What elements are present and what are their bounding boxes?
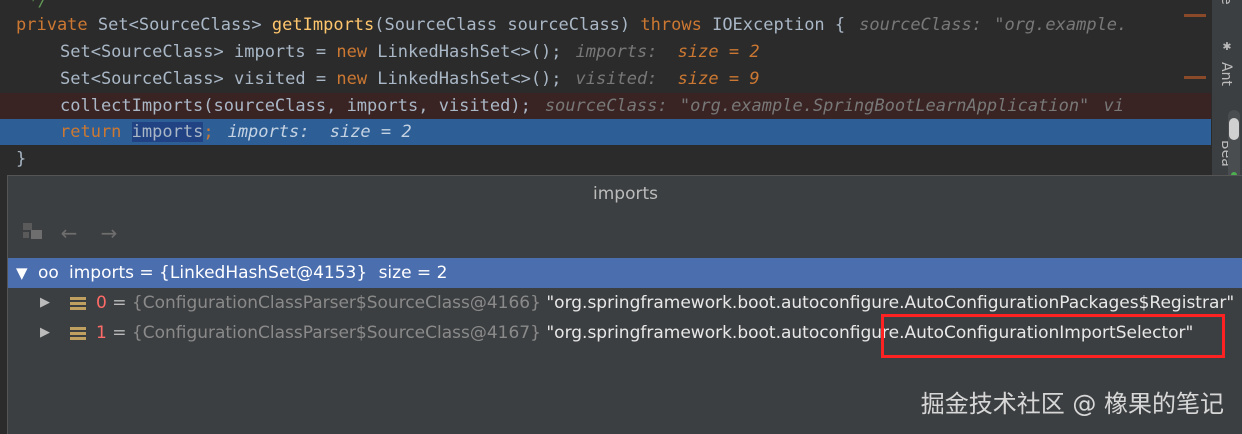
method-name[interactable]: getImports: [272, 15, 374, 35]
closing-brace: }: [16, 149, 27, 169]
hierarchy-icon[interactable]: [20, 221, 46, 245]
inline-hint-value: "org.example.: [994, 15, 1128, 35]
forward-arrow-icon[interactable]: →: [96, 221, 122, 245]
inline-hint-name: visited:: [575, 69, 658, 89]
statement: collectImports(sourceClass, imports, vis…: [60, 96, 531, 116]
initializer: LinkedHashSet<>();: [367, 69, 562, 89]
collapse-triangle-icon[interactable]: ▼: [16, 258, 28, 288]
declaration: Set<SourceClass> imports =: [60, 42, 337, 62]
item-object-ref: {ConfigurationClassParser$SourceClass@41…: [131, 323, 541, 343]
initializer: LinkedHashSet<>();: [367, 42, 562, 62]
keyword-new: new: [336, 69, 368, 89]
watch-glasses-icon: oo: [38, 263, 59, 283]
item-equals: =: [112, 323, 127, 343]
inline-hint-overflow: vi: [1103, 96, 1125, 116]
item-index: 0: [96, 293, 107, 313]
right-tool-strip: e ✱ Ant Bea: [1211, 0, 1242, 200]
code-line-visited-decl: Set<SourceClass> visited = new LinkedHas…: [0, 66, 1212, 93]
return-type: Set<SourceClass>: [97, 15, 262, 35]
field-icon: [70, 327, 86, 340]
inline-hint-value: size = 2: [677, 42, 760, 62]
item-index: 1: [96, 323, 107, 343]
back-arrow-icon[interactable]: ←: [56, 221, 82, 245]
inline-hint-value: size = 9: [677, 69, 760, 89]
variable-imports[interactable]: imports: [131, 122, 204, 142]
root-size: size = 2: [378, 263, 448, 283]
code-line-collect-imports: collectImports(sourceClass, imports, vis…: [0, 93, 1212, 120]
keyword-throws: throws: [640, 15, 702, 35]
tool-window-tab-top[interactable]: e: [1218, 0, 1234, 5]
code-line-method-signature: private Set<SourceClass> getImports(Sour…: [0, 12, 1212, 39]
keyword-return: return: [60, 122, 122, 142]
item-string-value: "org.springframework.boot.autoconfigure.…: [546, 293, 1235, 313]
error-stripe-mark[interactable]: [1184, 76, 1206, 79]
tree-row-root[interactable]: ▼ oo imports = {LinkedHashSet@4153} size…: [8, 258, 1242, 288]
ant-icon[interactable]: ✱: [1218, 38, 1236, 56]
popup-toolbar: ← →: [8, 216, 1242, 250]
error-stripe-mark[interactable]: [1184, 14, 1206, 17]
declaration: Set<SourceClass> visited =: [60, 69, 337, 89]
item-equals: =: [112, 293, 127, 313]
code-line-return-execution-point: return imports; imports: size = 2: [0, 119, 1212, 145]
highlight-annotation-box: [881, 314, 1225, 358]
inline-hint-value: size = 2: [329, 122, 412, 142]
inline-hint-value: "org.example.SpringBootLearnApplication": [679, 96, 1090, 116]
inline-hint-name: sourceClass:: [544, 96, 668, 116]
tool-window-tab-ant[interactable]: Ant: [1218, 62, 1234, 86]
keyword-private: private: [16, 15, 88, 35]
root-name: imports: [69, 263, 134, 283]
expand-triangle-icon[interactable]: ▶: [40, 318, 50, 348]
code-line-closing-brace: }: [0, 146, 1212, 173]
keyword-new: new: [336, 42, 368, 62]
comment-text: */: [28, 0, 49, 11]
field-icon: [70, 297, 86, 310]
root-value: = {LinkedHashSet@4153}: [139, 263, 368, 283]
item-object-ref: {ConfigurationClassParser$SourceClass@41…: [131, 293, 541, 313]
code-editor[interactable]: */ private Set<SourceClass> getImports(S…: [0, 0, 1212, 175]
popup-title: imports: [593, 184, 658, 204]
root-label: imports = {LinkedHashSet@4153} size = 2: [69, 258, 447, 288]
method-params: (SourceClass sourceClass): [374, 15, 631, 35]
code-line-imports-decl: Set<SourceClass> imports = new LinkedHas…: [0, 39, 1212, 66]
exception-type: IOException {: [712, 15, 846, 35]
inline-hint-name: imports:: [575, 42, 658, 62]
inline-hint-name: imports:: [227, 122, 310, 142]
expand-triangle-icon[interactable]: ▶: [40, 288, 50, 318]
scrollbar-thumb[interactable]: [1229, 118, 1239, 140]
inline-hint-name: sourceClass:: [859, 15, 982, 35]
watermark-text: 掘金技术社区 @ 橡果的笔记: [920, 390, 1224, 418]
semicolon: ;: [203, 122, 214, 142]
